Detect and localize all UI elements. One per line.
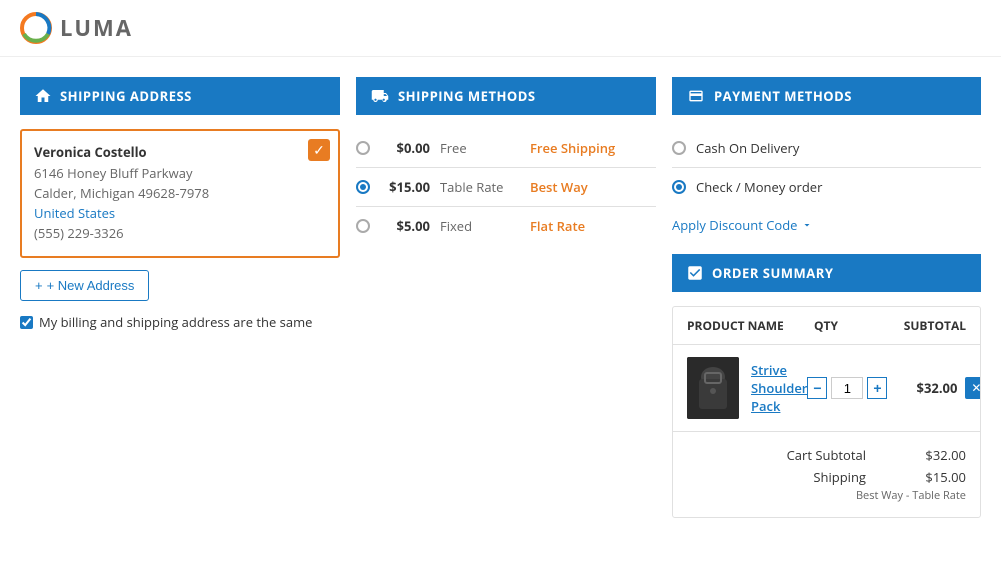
shipping-total-row: Shipping $15.00 bbox=[687, 466, 966, 488]
order-check-icon bbox=[686, 264, 704, 282]
item-subtotal: $32.00 bbox=[917, 379, 958, 397]
payment-check[interactable]: Check / Money order bbox=[672, 168, 981, 206]
home-icon bbox=[34, 87, 52, 105]
billing-same-row: My billing and shipping address are the … bbox=[20, 313, 340, 331]
address-selected-check: ✓ bbox=[308, 139, 330, 161]
payment-label-cod: Cash On Delivery bbox=[696, 139, 799, 157]
shipping-price-fixed: $5.00 bbox=[380, 217, 430, 235]
shipping-method-table[interactable]: $15.00 Table Rate Best Way bbox=[356, 168, 656, 207]
address-name: Veronica Costello bbox=[34, 143, 326, 161]
payment-radio-cod[interactable] bbox=[672, 141, 686, 155]
payment-methods-section: PAYMENT METHODS Cash On Delivery Check /… bbox=[672, 77, 981, 518]
shipping-method-fixed[interactable]: $5.00 Fixed Flat Rate bbox=[356, 207, 656, 245]
shipping-value: $15.00 bbox=[906, 468, 966, 486]
cart-subtotal-label: Cart Subtotal bbox=[787, 446, 866, 464]
billing-same-checkbox[interactable] bbox=[20, 316, 33, 329]
shipping-type-free: Free bbox=[440, 139, 520, 157]
product-image bbox=[687, 357, 739, 419]
address-phone: (555) 229-3326 bbox=[34, 224, 326, 242]
product-cell: Strive Shoulder Pack bbox=[687, 357, 807, 419]
col-qty: QTY bbox=[786, 317, 866, 334]
shipping-methods-section: SHIPPING METHODS $0.00 Free Free Shippin… bbox=[356, 77, 656, 245]
shipping-address-section: SHIPPING ADDRESS ✓ Veronica Costello 614… bbox=[20, 77, 340, 331]
new-address-button[interactable]: + + New Address bbox=[20, 270, 149, 301]
remove-item-button[interactable]: ✕ bbox=[965, 377, 981, 399]
top-bar: LUMA bbox=[0, 0, 1001, 57]
shipping-address-header: SHIPPING ADDRESS bbox=[20, 77, 340, 115]
chevron-down-icon bbox=[801, 219, 813, 231]
order-totals: Cart Subtotal $32.00 Shipping $15.00 Bes… bbox=[673, 432, 980, 517]
shipping-name-fixed: Flat Rate bbox=[530, 217, 585, 235]
qty-cell: − + bbox=[807, 377, 887, 399]
order-summary-header: ORDER SUMMARY bbox=[672, 254, 981, 292]
shipping-radio-table[interactable] bbox=[356, 180, 370, 194]
brand-name: LUMA bbox=[60, 13, 133, 43]
cart-subtotal-row: Cart Subtotal $32.00 bbox=[687, 444, 966, 466]
order-summary-section: ORDER SUMMARY PRODUCT NAME QTY SUBTOTAL bbox=[672, 254, 981, 518]
order-table: PRODUCT NAME QTY SUBTOTAL bbox=[672, 306, 981, 518]
address-card[interactable]: ✓ Veronica Costello 6146 Honey Bluff Par… bbox=[20, 129, 340, 258]
shipping-detail: Best Way - Table Rate bbox=[856, 488, 966, 503]
shipping-price-table: $15.00 bbox=[380, 178, 430, 196]
col-product-name: PRODUCT NAME bbox=[687, 317, 786, 334]
shipping-methods-list: $0.00 Free Free Shipping $15.00 Table Ra… bbox=[356, 129, 656, 245]
payment-cod[interactable]: Cash On Delivery bbox=[672, 129, 981, 168]
shipping-methods-header: SHIPPING METHODS bbox=[356, 77, 656, 115]
shipping-label: Shipping bbox=[813, 468, 866, 486]
qty-increase-button[interactable]: + bbox=[867, 377, 887, 399]
address-street: 6146 Honey Bluff Parkway bbox=[34, 164, 326, 182]
billing-same-label: My billing and shipping address are the … bbox=[39, 313, 312, 331]
payment-radio-check[interactable] bbox=[672, 180, 686, 194]
product-name-link[interactable]: Strive Shoulder Pack bbox=[751, 361, 807, 415]
shipping-type-fixed: Fixed bbox=[440, 217, 520, 235]
qty-decrease-button[interactable]: − bbox=[807, 377, 827, 399]
qty-input[interactable] bbox=[831, 377, 863, 399]
truck-icon bbox=[370, 87, 390, 105]
payment-label-check: Check / Money order bbox=[696, 178, 822, 196]
address-country: United States bbox=[34, 204, 326, 222]
cart-subtotal-value: $32.00 bbox=[906, 446, 966, 464]
payment-methods-list: Cash On Delivery Check / Money order bbox=[672, 129, 981, 206]
shipping-method-free[interactable]: $0.00 Free Free Shipping bbox=[356, 129, 656, 168]
col-subtotal: SUBTOTAL bbox=[866, 317, 966, 334]
credit-card-icon bbox=[686, 88, 706, 104]
luma-logo-icon bbox=[20, 12, 52, 44]
shipping-type-table: Table Rate bbox=[440, 178, 520, 196]
shipping-price-free: $0.00 bbox=[380, 139, 430, 157]
order-table-header: PRODUCT NAME QTY SUBTOTAL bbox=[673, 307, 980, 345]
shipping-name-free: Free Shipping bbox=[530, 139, 615, 157]
plus-icon: + bbox=[35, 278, 43, 293]
table-row: Strive Shoulder Pack − + $32.00 ✕ bbox=[673, 345, 980, 432]
shipping-name-table: Best Way bbox=[530, 178, 588, 196]
address-city-state: Calder, Michigan 49628-7978 bbox=[34, 184, 326, 202]
shipping-radio-fixed[interactable] bbox=[356, 219, 370, 233]
shipping-radio-free[interactable] bbox=[356, 141, 370, 155]
apply-discount-btn[interactable]: Apply Discount Code bbox=[672, 216, 981, 234]
payment-methods-header: PAYMENT METHODS bbox=[672, 77, 981, 115]
